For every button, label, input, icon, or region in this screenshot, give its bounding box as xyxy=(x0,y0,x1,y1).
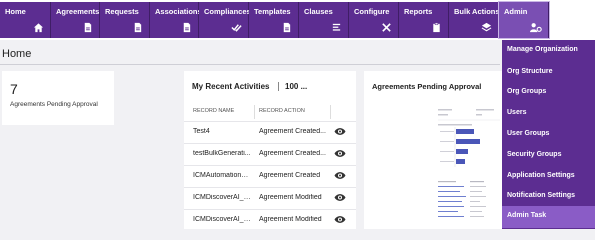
checkmarks-icon xyxy=(231,24,242,32)
record-name: ICMDiscoverAI_CT xyxy=(193,194,251,201)
menu-item-label: Manage Organization xyxy=(507,46,578,53)
menu-item-org-groups[interactable]: Org Groups xyxy=(502,82,595,104)
layers-icon xyxy=(481,22,492,32)
nav-tile-home[interactable]: Home xyxy=(0,2,51,38)
column-header-record-action[interactable]: RECORD ACTION xyxy=(259,108,305,114)
record-name: Test4 xyxy=(193,128,210,135)
nav-tile-configure[interactable]: Configure xyxy=(349,2,399,38)
kpi-card[interactable]: 7 Agreements Pending Approval xyxy=(2,71,114,125)
pending-approval-card: Agreements Pending Approval xyxy=(364,71,502,229)
column-header-record-name[interactable]: RECORD NAME xyxy=(193,108,234,114)
menu-item-org-structure[interactable]: Org Structure xyxy=(502,62,595,84)
column-divider xyxy=(254,105,255,119)
menu-item-label: Security Groups xyxy=(507,151,562,158)
document-icon xyxy=(183,22,191,33)
nav-tile-requests[interactable]: Requests xyxy=(100,2,150,38)
recent-activities-card: My Recent Activities 100 ... RECORD NAME… xyxy=(184,71,356,229)
eye-icon[interactable] xyxy=(334,193,346,202)
menu-item-application-settings[interactable]: Application Settings xyxy=(502,166,595,188)
nav-tile-clauses[interactable]: Clauses xyxy=(299,2,349,38)
menu-item-label: Org Structure xyxy=(507,68,553,75)
nav-tile-bulk-actions[interactable]: Bulk Actions xyxy=(449,2,500,38)
nav-tile-label: Admin xyxy=(504,7,528,16)
eye-icon[interactable] xyxy=(334,171,346,180)
users-gear-icon xyxy=(530,23,542,33)
table-row[interactable]: ICMDiscoverAI_CT Agreement Modified xyxy=(184,209,356,231)
list-icon xyxy=(332,23,341,31)
record-action: Agreement Created xyxy=(259,172,321,179)
kpi-label: Agreements Pending Approval xyxy=(10,101,98,108)
table-row[interactable]: testBulkGenerati... Agreement Created... xyxy=(184,143,356,165)
menu-item-admin-task[interactable]: Admin Task xyxy=(502,206,595,228)
divider xyxy=(0,64,500,65)
menu-item-label: Application Settings xyxy=(507,172,575,179)
eye-icon[interactable] xyxy=(334,127,346,136)
nav-tile-label: Home xyxy=(5,7,26,16)
nav-tile-admin[interactable]: Admin xyxy=(498,1,550,39)
pending-approval-title: Agreements Pending Approval xyxy=(372,82,482,91)
recent-activities-count: 100 ... xyxy=(278,82,307,91)
nav-tile-label: Clauses xyxy=(304,7,333,16)
nav-tile-label: Bulk Actions xyxy=(454,7,500,16)
menu-item-manage-organization[interactable]: Manage Organization xyxy=(502,40,595,62)
menu-item-user-groups[interactable]: User Groups xyxy=(502,124,595,146)
menu-item-label: Admin Task xyxy=(507,212,547,219)
record-name: ICMAutomationN... xyxy=(193,172,251,179)
record-action: Agreement Modified xyxy=(259,194,322,201)
nav-tile-label: Templates xyxy=(254,7,291,16)
table-row[interactable]: Test4 Agreement Created... xyxy=(184,121,356,143)
menu-item-notification-settings[interactable]: Notification Settings xyxy=(502,186,595,208)
menu-item-label: Notification Settings xyxy=(507,192,576,199)
document-icon xyxy=(134,22,142,33)
table-row[interactable]: ICMDiscoverAI_CT Agreement Modified xyxy=(184,187,356,209)
record-action: Agreement Modified xyxy=(259,216,322,223)
clipboard-icon xyxy=(433,22,440,33)
eye-icon[interactable] xyxy=(334,215,346,224)
nav-tile-templates[interactable]: Templates xyxy=(249,2,299,38)
menu-item-label: Org Groups xyxy=(507,88,547,95)
nav-tile-agreements[interactable]: Agreements xyxy=(51,2,100,38)
document-icon xyxy=(84,22,92,33)
page-title: Home xyxy=(2,48,32,60)
eye-icon[interactable] xyxy=(334,149,346,158)
nav-tile-reports[interactable]: Reports xyxy=(399,2,449,38)
nav-tile-label: Compliances xyxy=(204,7,251,16)
recent-activities-title: My Recent Activities xyxy=(192,82,270,91)
column-divider xyxy=(330,105,331,119)
home-icon xyxy=(33,23,44,33)
record-name: testBulkGenerati... xyxy=(193,150,251,157)
report-thumbnail[interactable] xyxy=(436,105,502,229)
menu-item-label: Users xyxy=(507,109,527,116)
nav-tile-label: Reports xyxy=(404,7,433,16)
nav-tile-compliances[interactable]: Compliances xyxy=(199,2,251,38)
menu-item-security-groups[interactable]: Security Groups xyxy=(502,145,595,167)
record-name: ICMDiscoverAI_CT xyxy=(193,216,251,223)
menu-item-label: User Groups xyxy=(507,130,550,137)
record-action: Agreement Created... xyxy=(259,150,326,157)
document-icon xyxy=(283,22,291,33)
nav-tile-associations[interactable]: Associations xyxy=(150,2,202,38)
table-row[interactable]: ICMAutomationN... Agreement Created xyxy=(184,165,356,187)
record-action: Agreement Created... xyxy=(259,128,326,135)
top-navigation: Home Agreements Requests Associations Co… xyxy=(0,0,595,40)
nav-tile-label: Agreements xyxy=(56,7,100,16)
nav-tile-label: Associations xyxy=(155,7,202,16)
kpi-value: 7 xyxy=(10,81,18,97)
nav-tile-label: Configure xyxy=(354,7,390,16)
nav-tile-label: Requests xyxy=(105,7,139,16)
admin-dropdown-menu: Manage Organization Org Structure Org Gr… xyxy=(502,40,595,229)
menu-item-users[interactable]: Users xyxy=(502,103,595,125)
tools-icon xyxy=(382,23,391,32)
